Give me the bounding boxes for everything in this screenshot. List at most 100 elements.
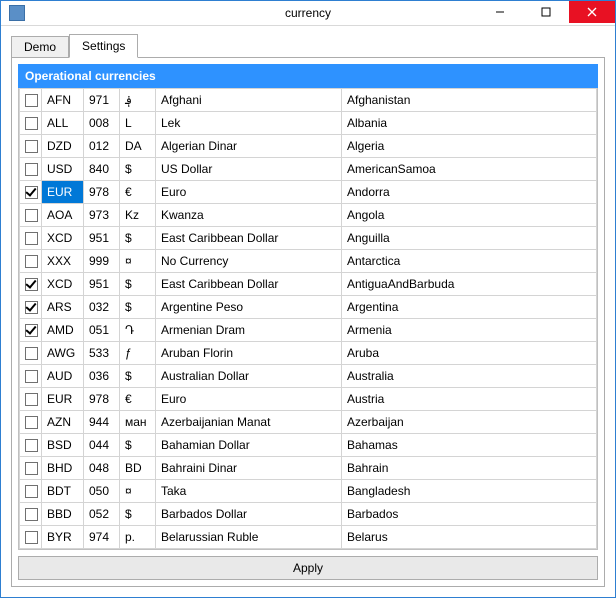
table-row[interactable]: BYR974p.Belarussian RubleBelarus [20,526,597,549]
country-cell: Argentina [342,296,597,319]
currency-name-cell: No Currency [156,250,342,273]
currency-code-cell: AUD [42,365,84,388]
row-checkbox-cell [20,135,42,158]
row-checkbox-cell [20,89,42,112]
row-checkbox[interactable] [25,324,38,337]
table-row[interactable]: EUR978€EuroAndorra [20,181,597,204]
row-checkbox[interactable] [25,347,38,360]
currency-symbol-cell: $ [120,503,156,526]
apply-button[interactable]: Apply [18,556,598,580]
table-row[interactable]: XCD951$East Caribbean DollarAntiguaAndBa… [20,273,597,296]
currency-number-cell: 974 [84,526,120,549]
currency-name-cell: Euro [156,181,342,204]
table-row[interactable]: BSD044$Bahamian DollarBahamas [20,434,597,457]
currency-number-cell: 999 [84,250,120,273]
row-checkbox[interactable] [25,117,38,130]
row-checkbox-cell [20,503,42,526]
currency-symbol-cell: $ [120,434,156,457]
row-checkbox[interactable] [25,393,38,406]
currency-number-cell: 971 [84,89,120,112]
row-checkbox[interactable] [25,232,38,245]
country-cell: Andorra [342,181,597,204]
row-checkbox[interactable] [25,140,38,153]
row-checkbox[interactable] [25,94,38,107]
table-row[interactable]: ARS032$Argentine PesoArgentina [20,296,597,319]
currency-symbol-cell: Kz [120,204,156,227]
row-checkbox-cell [20,457,42,480]
row-checkbox[interactable] [25,278,38,291]
row-checkbox[interactable] [25,370,38,383]
currency-number-cell: 036 [84,365,120,388]
row-checkbox[interactable] [25,186,38,199]
close-button[interactable] [569,1,615,23]
currency-symbol-cell: $ [120,227,156,250]
currency-number-cell: 044 [84,434,120,457]
currency-number-cell: 944 [84,411,120,434]
currency-name-cell: East Caribbean Dollar [156,227,342,250]
titlebar: currency [1,1,615,26]
currency-code-cell: XCD [42,227,84,250]
tab-strip: Demo Settings [11,34,605,57]
currency-name-cell: Afghani [156,89,342,112]
currency-symbol-cell: Դ [120,319,156,342]
row-checkbox-cell [20,365,42,388]
table-row[interactable]: DZD012DAAlgerian DinarAlgeria [20,135,597,158]
country-cell: Angola [342,204,597,227]
currency-name-cell: Bahamian Dollar [156,434,342,457]
row-checkbox[interactable] [25,531,38,544]
row-checkbox-cell [20,204,42,227]
currency-number-cell: 012 [84,135,120,158]
row-checkbox-cell [20,250,42,273]
currency-name-cell: Algerian Dinar [156,135,342,158]
row-checkbox[interactable] [25,209,38,222]
country-cell: Azerbaijan [342,411,597,434]
row-checkbox[interactable] [25,439,38,452]
currency-grid-scroll[interactable]: AFN971؋AfghaniAfghanistanALL008LLekAlban… [19,88,597,549]
currency-code-cell: DZD [42,135,84,158]
currency-code-cell: BDT [42,480,84,503]
currency-name-cell: Kwanza [156,204,342,227]
currency-symbol-cell: € [120,181,156,204]
table-row[interactable]: BDT050¤TakaBangladesh [20,480,597,503]
row-checkbox[interactable] [25,485,38,498]
currency-grid: AFN971؋AfghaniAfghanistanALL008LLekAlban… [19,88,597,549]
maximize-icon [541,7,551,17]
table-row[interactable]: XCD951$East Caribbean DollarAnguilla [20,227,597,250]
tab-demo[interactable]: Demo [11,36,69,57]
currency-symbol-cell: DA [120,135,156,158]
maximize-button[interactable] [523,1,569,23]
row-checkbox[interactable] [25,508,38,521]
currency-symbol-cell: $ [120,296,156,319]
table-row[interactable]: AOA973KzKwanzaAngola [20,204,597,227]
row-checkbox[interactable] [25,416,38,429]
table-row[interactable]: XXX999¤No CurrencyAntarctica [20,250,597,273]
minimize-button[interactable] [477,1,523,23]
table-row[interactable]: ALL008LLekAlbania [20,112,597,135]
row-checkbox[interactable] [25,163,38,176]
tab-settings[interactable]: Settings [69,34,138,58]
close-icon [587,7,597,17]
row-checkbox[interactable] [25,462,38,475]
table-row[interactable]: AWG533ƒAruban FlorinAruba [20,342,597,365]
currency-name-cell: Australian Dollar [156,365,342,388]
table-row[interactable]: AZN944манAzerbaijanian ManatAzerbaijan [20,411,597,434]
currency-code-cell: XCD [42,273,84,296]
table-row[interactable]: EUR978€EuroAustria [20,388,597,411]
minimize-icon [495,7,505,17]
table-row[interactable]: AMD051ԴArmenian DramArmenia [20,319,597,342]
table-row[interactable]: BHD048BDBahraini DinarBahrain [20,457,597,480]
country-cell: Antarctica [342,250,597,273]
country-cell: Albania [342,112,597,135]
currency-name-cell: US Dollar [156,158,342,181]
row-checkbox-cell [20,273,42,296]
row-checkbox[interactable] [25,301,38,314]
table-row[interactable]: AUD036$Australian DollarAustralia [20,365,597,388]
table-row[interactable]: USD840$US DollarAmericanSamoa [20,158,597,181]
currency-name-cell: Euro [156,388,342,411]
row-checkbox[interactable] [25,255,38,268]
row-checkbox-cell [20,296,42,319]
table-row[interactable]: BBD052$Barbados DollarBarbados [20,503,597,526]
currency-number-cell: 032 [84,296,120,319]
table-row[interactable]: AFN971؋AfghaniAfghanistan [20,89,597,112]
row-checkbox-cell [20,526,42,549]
